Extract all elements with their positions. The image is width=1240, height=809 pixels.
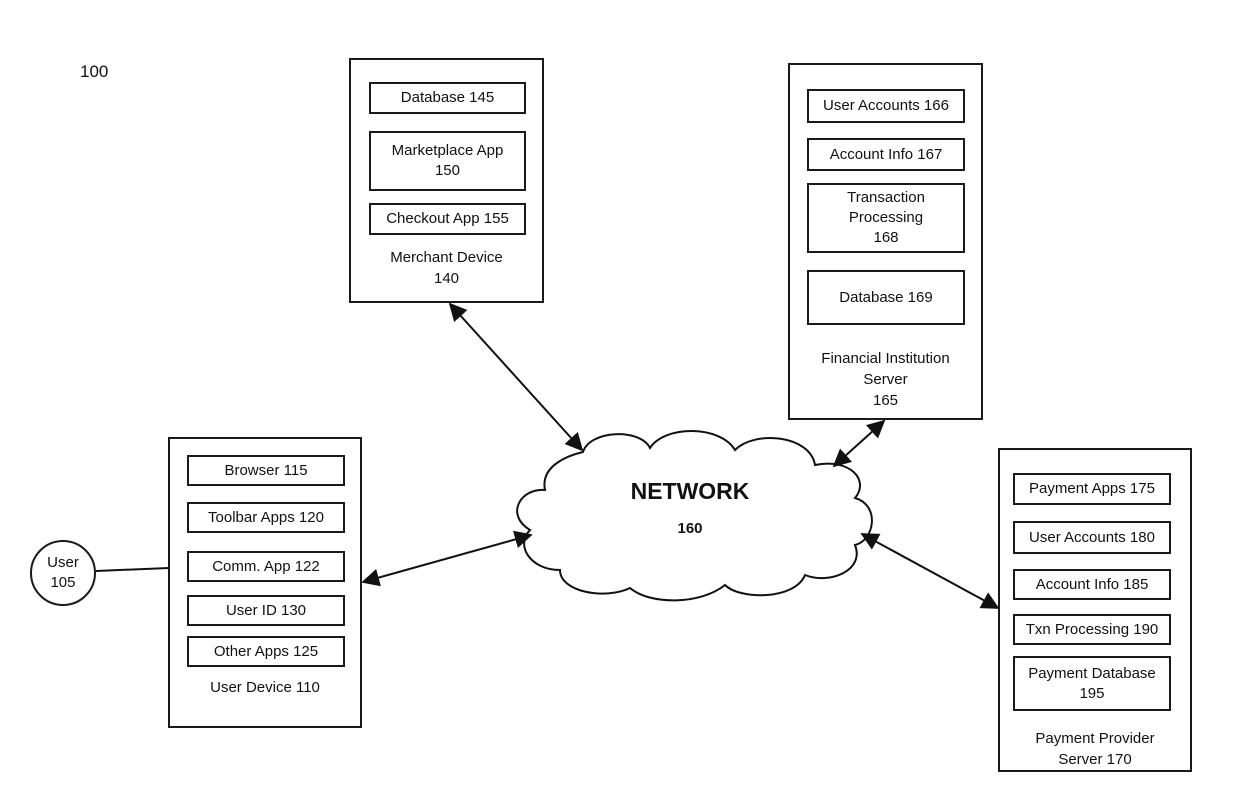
user-userdevice-line bbox=[95, 567, 170, 572]
payment-provider-server-caption: Payment Provider Server 170 bbox=[1035, 730, 1155, 768]
component-txn-processing-190: Txn Processing 190 bbox=[1013, 614, 1171, 645]
financial-institution-server-caption: Financial Institution Server 165 bbox=[821, 350, 950, 409]
component-user-accounts-166: User Accounts 166 bbox=[807, 89, 965, 123]
payment-network-arrow bbox=[860, 533, 1000, 609]
component-other-apps-125: Other Apps 125 bbox=[187, 636, 345, 667]
component-account-info-167: Account Info 167 bbox=[807, 138, 965, 171]
merchant-network-arrow bbox=[448, 302, 584, 452]
merchant-device-box: Database 145 Marketplace App 150 Checkou… bbox=[349, 58, 544, 303]
payment-provider-server-box: Payment Apps 175 User Accounts 180 Accou… bbox=[998, 448, 1192, 772]
component-database-145: Database 145 bbox=[369, 82, 526, 114]
component-database-169: Database 169 bbox=[807, 270, 965, 325]
network-title: NETWORK bbox=[630, 478, 750, 504]
component-browser-115: Browser 115 bbox=[187, 455, 345, 486]
user-device-caption: User Device 110 bbox=[210, 679, 320, 696]
component-comm-app-122: Comm. App 122 bbox=[187, 551, 345, 582]
component-user-accounts-180: User Accounts 180 bbox=[1013, 521, 1171, 554]
user-node: User 105 bbox=[30, 540, 96, 606]
component-marketplace-app-150: Marketplace App 150 bbox=[369, 131, 526, 191]
financial-institution-server-box: User Accounts 166 Account Info 167 Trans… bbox=[788, 63, 983, 420]
merchant-device-caption: Merchant Device 140 bbox=[390, 249, 503, 287]
component-payment-apps-175: Payment Apps 175 bbox=[1013, 473, 1171, 505]
component-toolbar-apps-120: Toolbar Apps 120 bbox=[187, 502, 345, 533]
component-checkout-app-155: Checkout App 155 bbox=[369, 203, 526, 235]
financial-network-arrow bbox=[832, 419, 886, 468]
component-payment-database-195: Payment Database 195 bbox=[1013, 656, 1171, 711]
component-transaction-processing-168: Transaction Processing 168 bbox=[807, 183, 965, 253]
userdevice-network-arrow bbox=[361, 530, 533, 587]
component-account-info-185: Account Info 185 bbox=[1013, 569, 1171, 600]
component-user-id-130: User ID 130 bbox=[187, 595, 345, 626]
user-device-box: Browser 115 Toolbar Apps 120 Comm. App 1… bbox=[168, 437, 362, 728]
network-cloud bbox=[516, 430, 873, 602]
network-number: 160 bbox=[677, 520, 703, 537]
